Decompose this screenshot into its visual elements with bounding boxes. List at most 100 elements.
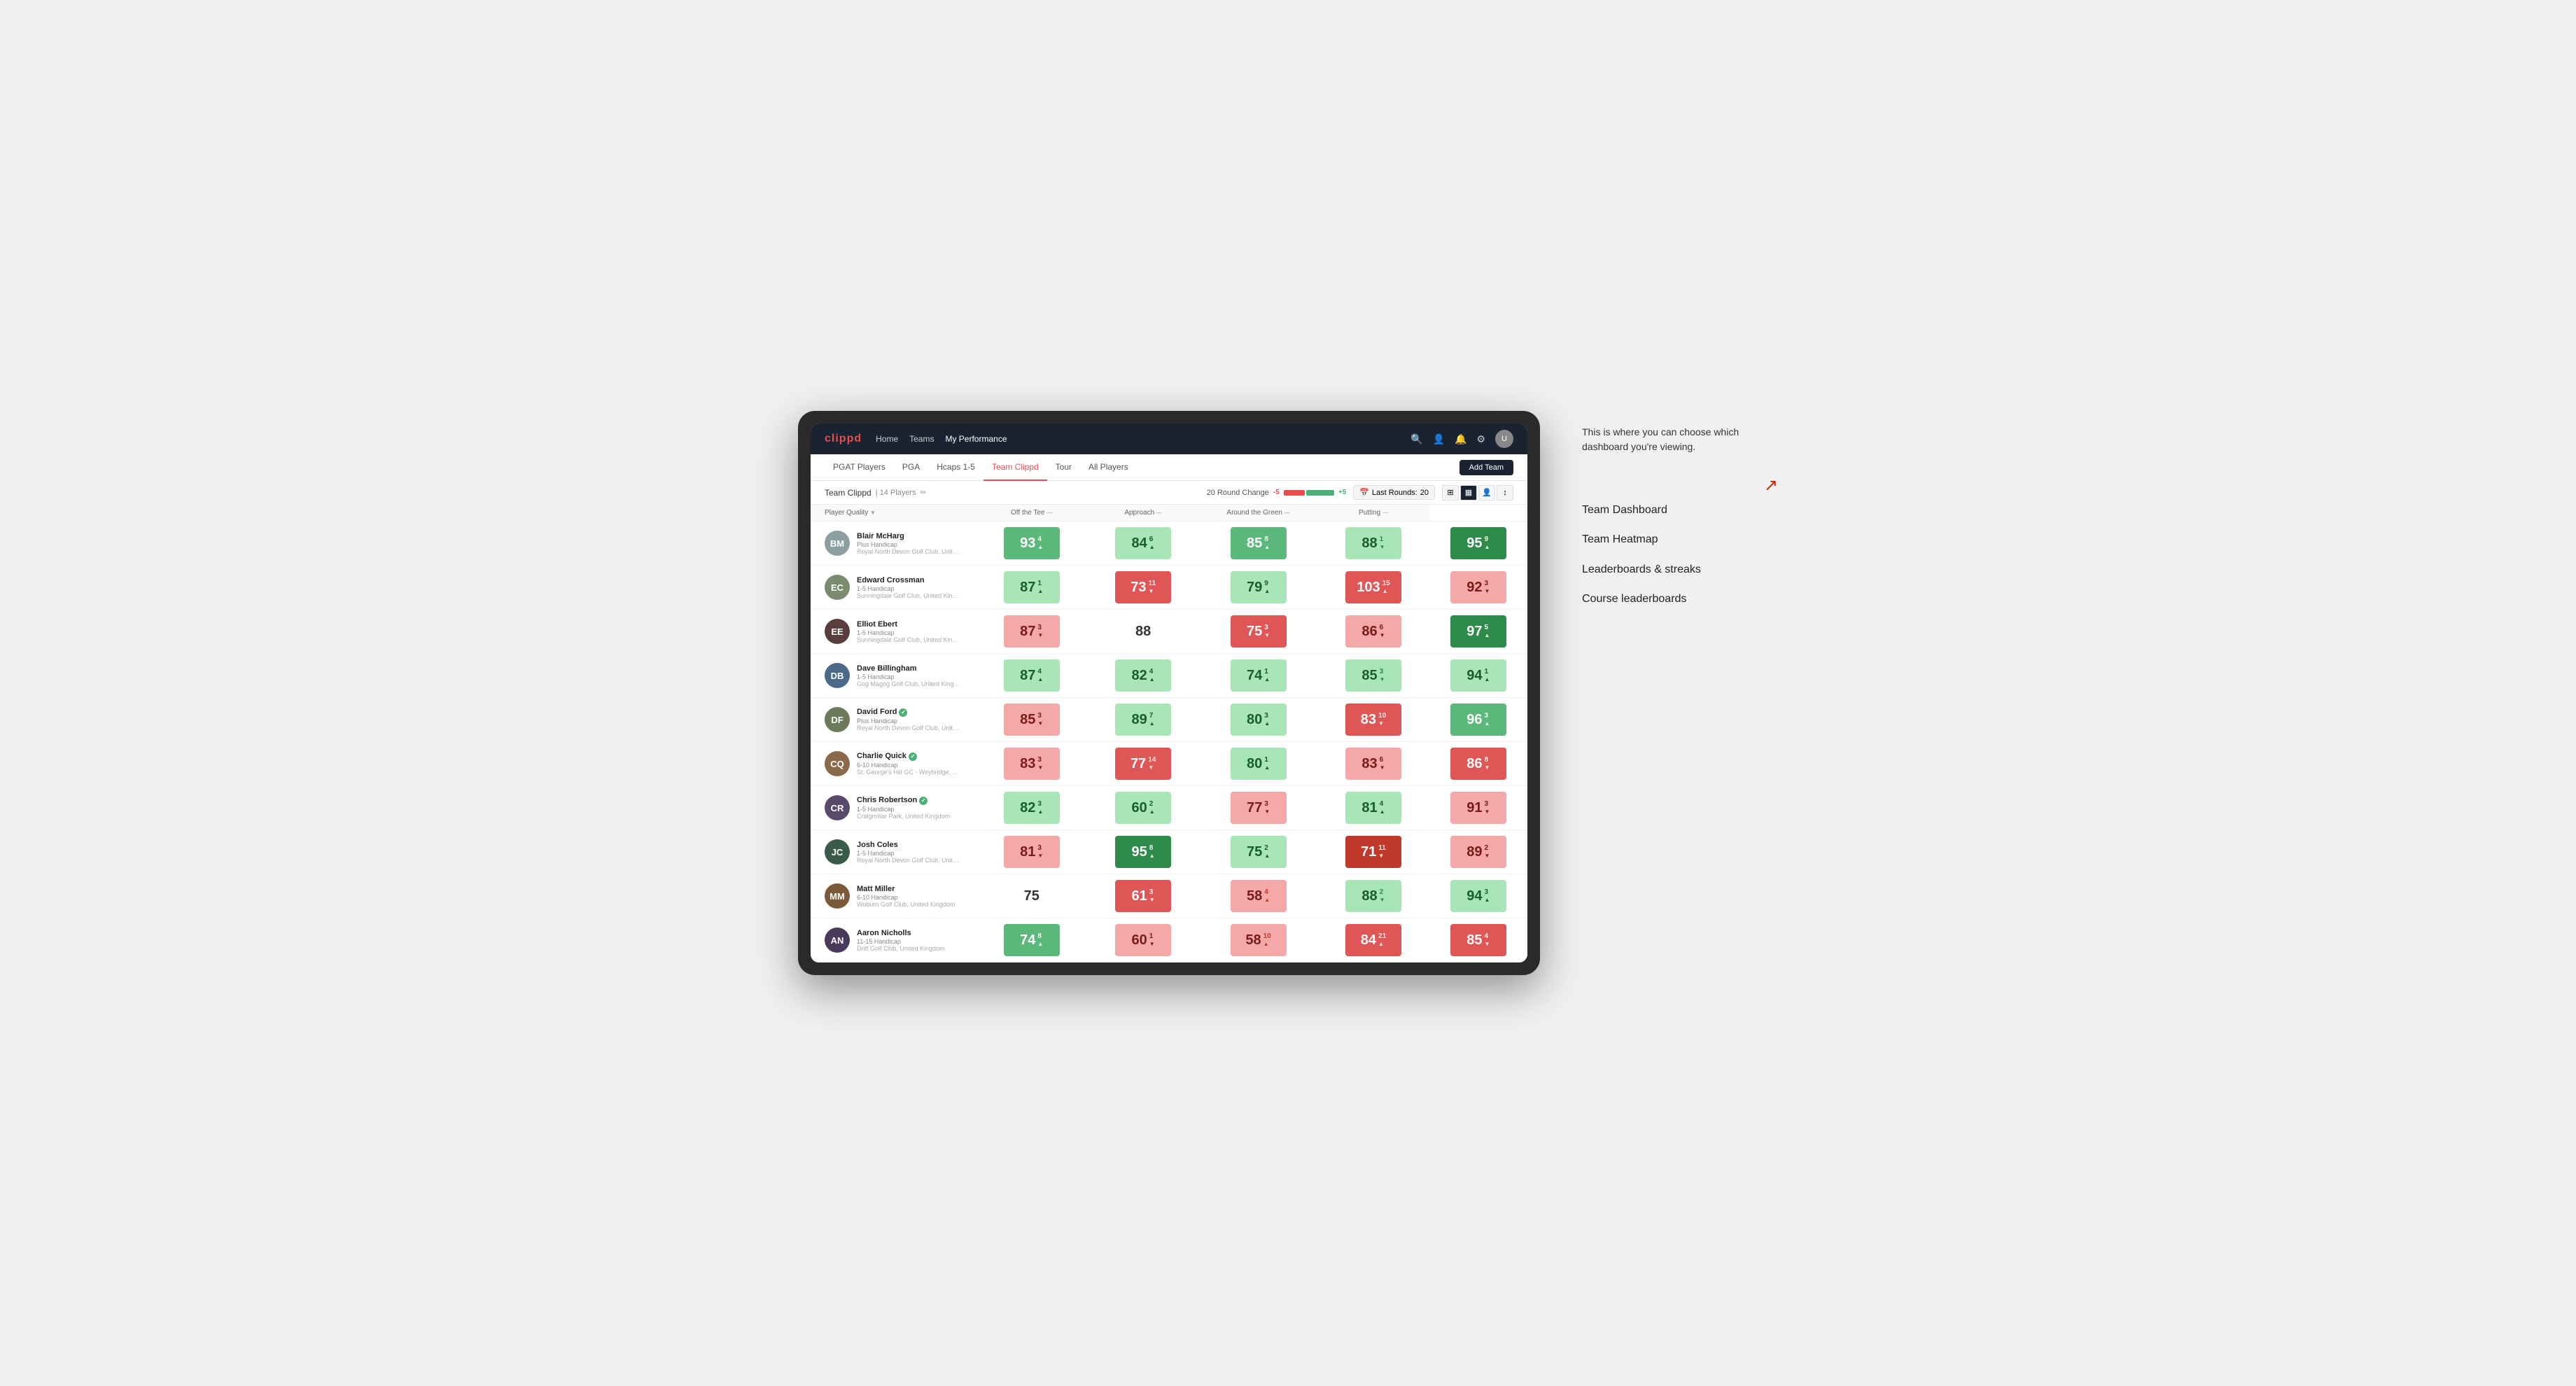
- score-box: 853▼: [1004, 704, 1060, 736]
- subnav-hcaps[interactable]: Hcaps 1-5: [928, 454, 983, 481]
- nav-link-home[interactable]: Home: [876, 431, 898, 447]
- bar-green: [1306, 490, 1334, 496]
- view-btn-person[interactable]: 👤: [1478, 485, 1495, 500]
- score-change: 3▼: [1037, 844, 1043, 860]
- score-change: 4▲: [1037, 536, 1043, 551]
- score-value: 86: [1466, 756, 1482, 772]
- nav-link-myperformance[interactable]: My Performance: [945, 431, 1007, 447]
- table-row[interactable]: MMMatt Miller6-10 HandicapWoburn Golf Cl…: [811, 874, 1527, 918]
- nav-bar: clippd Home Teams My Performance 🔍 👤 🔔 ⚙…: [811, 424, 1527, 454]
- score-value: 75: [1247, 624, 1262, 640]
- avatar[interactable]: U: [1495, 430, 1513, 448]
- score-change: 4▼: [1485, 932, 1490, 948]
- subnav-pgat[interactable]: PGAT Players: [825, 454, 894, 481]
- table-row[interactable]: DFDavid Ford✓Plus HandicapRoyal North De…: [811, 698, 1527, 742]
- player-club: Royal North Devon Golf Club, United King…: [857, 724, 962, 732]
- score-cell: 873▼: [976, 610, 1087, 654]
- score-change: 9▲: [1264, 580, 1270, 595]
- score-value: 89: [1466, 844, 1482, 860]
- player-club: Royal North Devon Golf Club, United King…: [857, 548, 962, 555]
- player-name: Matt Miller: [857, 885, 955, 893]
- player-info: Chris Robertson✓1-5 HandicapCraigmillar …: [857, 796, 950, 820]
- subnav-allplayers[interactable]: All Players: [1080, 454, 1137, 481]
- add-team-button[interactable]: Add Team: [1460, 460, 1513, 475]
- table-row[interactable]: BMBlair McHargPlus HandicapRoyal North D…: [811, 522, 1527, 566]
- score-value: 96: [1466, 712, 1482, 728]
- score-value: 88: [1135, 624, 1151, 640]
- avatar: CR: [825, 795, 850, 820]
- view-btn-more[interactable]: ↕: [1497, 485, 1513, 500]
- annotation-panel: This is where you can choose which dashb…: [1582, 411, 1778, 622]
- score-change: 8▲: [1149, 844, 1155, 860]
- score-value: 94: [1466, 888, 1482, 904]
- score-value: 95: [1132, 844, 1147, 860]
- score-value: 85: [1362, 668, 1377, 684]
- edit-icon[interactable]: ✏: [920, 488, 927, 497]
- table-row[interactable]: JCJosh Coles1-5 HandicapRoyal North Devo…: [811, 830, 1527, 874]
- score-box: 799▲: [1231, 571, 1287, 603]
- subnav-pga[interactable]: PGA: [894, 454, 928, 481]
- verified-icon: ✓: [899, 708, 907, 717]
- score-cell: 752▲: [1199, 830, 1317, 874]
- score-value: 75: [1247, 844, 1262, 860]
- player-club: Woburn Golf Club, United Kingdom: [857, 901, 955, 908]
- table-row[interactable]: ANAaron Nicholls11-15 HandicapDrift Golf…: [811, 918, 1527, 962]
- score-box: 10315▲: [1345, 571, 1401, 603]
- score-value: 80: [1247, 756, 1262, 772]
- score-cell: 88: [1087, 610, 1198, 654]
- view-btn-table[interactable]: ▦: [1460, 485, 1477, 500]
- table-row[interactable]: DBDave Billingham1-5 HandicapGog Magog G…: [811, 654, 1527, 698]
- score-change: 10▲: [1264, 932, 1271, 948]
- score-change: 2▲: [1149, 800, 1155, 816]
- table-row[interactable]: ECEdward Crossman1-5 HandicapSunningdale…: [811, 566, 1527, 610]
- player-info: Josh Coles1-5 HandicapRoyal North Devon …: [857, 841, 962, 864]
- score-box: 773▼: [1231, 792, 1287, 824]
- score-cell: 892▼: [1429, 830, 1527, 874]
- score-change: 8▲: [1037, 932, 1043, 948]
- score-value: 79: [1247, 580, 1262, 596]
- score-box: 881▼: [1345, 527, 1401, 559]
- player-info: Aaron Nicholls11-15 HandicapDrift Golf C…: [857, 929, 945, 952]
- arrow-indicator: ↗: [1582, 475, 1778, 496]
- subnav-tour[interactable]: Tour: [1047, 454, 1080, 481]
- score-change: 3▼: [1037, 712, 1043, 727]
- player-cell: ANAaron Nicholls11-15 HandicapDrift Golf…: [811, 918, 976, 962]
- score-change: 11▼: [1378, 844, 1386, 860]
- score-cell: 601▼: [1087, 918, 1198, 962]
- score-change: 2▼: [1380, 888, 1385, 904]
- score-value: 74: [1247, 668, 1262, 684]
- player-name: David Ford✓: [857, 708, 962, 717]
- table-row[interactable]: EEElliot Ebert1-5 HandicapSunningdale Go…: [811, 610, 1527, 654]
- th-putting: Putting —: [1317, 505, 1429, 522]
- last-rounds-button[interactable]: 📅 Last Rounds: 20: [1353, 485, 1435, 500]
- table-row[interactable]: CQCharlie Quick✓6-10 HandicapSt. George'…: [811, 742, 1527, 786]
- score-cell: 958▲: [1087, 830, 1198, 874]
- score-change: 1▲: [1037, 580, 1043, 595]
- score-box: 813▼: [1004, 836, 1060, 868]
- th-around-green: Around the Green —: [1199, 505, 1317, 522]
- score-value: 83: [1361, 712, 1376, 728]
- player-name: Blair McHarg: [857, 532, 962, 540]
- user-icon[interactable]: 👤: [1433, 433, 1445, 445]
- search-icon[interactable]: 🔍: [1410, 433, 1422, 445]
- bell-icon[interactable]: 🔔: [1455, 433, 1466, 445]
- score-box: 602▲: [1115, 792, 1171, 824]
- th-approach: Approach —: [1087, 505, 1198, 522]
- score-box: 8310▼: [1345, 704, 1401, 736]
- score-value: 93: [1020, 536, 1035, 552]
- score-value: 58: [1245, 932, 1261, 948]
- nav-link-teams[interactable]: Teams: [909, 431, 934, 447]
- table-row[interactable]: CR Chris Robertson✓1-5 HandicapCraigmilla…: [811, 786, 1527, 830]
- score-box: 88: [1115, 615, 1171, 648]
- view-btn-grid[interactable]: ⊞: [1442, 485, 1459, 500]
- settings-icon[interactable]: ⚙: [1476, 433, 1485, 445]
- score-box: 584▲: [1231, 880, 1287, 912]
- round-change-control: 20 Round Change -5 +5: [1207, 489, 1347, 497]
- score-cell: 874▲: [976, 654, 1087, 698]
- subnav-teamclippd[interactable]: Team Clippd: [983, 454, 1047, 481]
- score-cell: 943▲: [1429, 874, 1527, 918]
- sub-nav-right: Add Team: [1460, 460, 1513, 475]
- player-cell: CQCharlie Quick✓6-10 HandicapSt. George'…: [811, 742, 976, 785]
- score-change: 6▼: [1380, 756, 1385, 771]
- player-info: Dave Billingham1-5 HandicapGog Magog Gol…: [857, 664, 962, 687]
